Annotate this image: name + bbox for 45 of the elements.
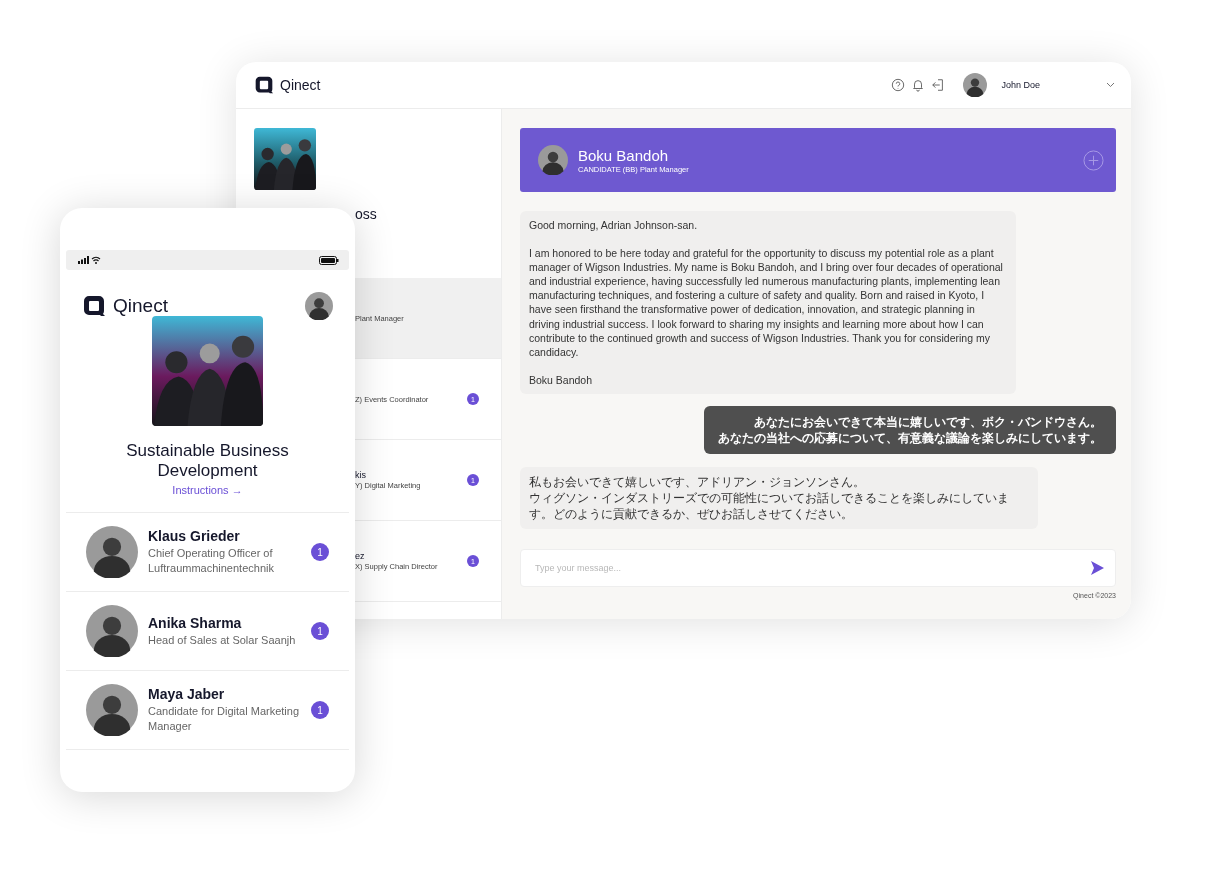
- help-icon[interactable]: [891, 78, 906, 92]
- contact-avatar: [86, 526, 138, 578]
- message-text: I am honored to be here today and grateful for the opportunity to discuss my potential role as a plant manager of Wigson Industries. My name is Boku Bandoh, and I bring over four decades of operational and industrial experience, having successfully led numerous manufacturing plants, implementing lean manufacturing techniques, and fostering a culture of safety and quality. Born and raised in Kyoto, I have seen firsthand the transformative power of dedication, innovation, and strategic planning in driving industrial success. I look forward to sharing my insights and learning more about how I can contribute to the continued growth and success of Wigson Industries. Thank you for considering my candidacy.: [529, 246, 1004, 359]
- contact-name: Anika Sharma: [148, 614, 243, 631]
- message-input[interactable]: Type your message...: [520, 549, 1116, 587]
- brand-name: Qinect: [113, 295, 168, 317]
- contact-name: kis: [355, 470, 367, 480]
- message-text: あなたの当社への応募について、有意義な議論を楽しみにしています。: [718, 429, 1102, 446]
- course-title: Sustainable Business Development: [125, 441, 290, 481]
- unread-badge: 1: [311, 622, 329, 640]
- logo-icon: [254, 75, 274, 95]
- message-text: Good morning, Adrian Johnson-san.: [529, 218, 699, 233]
- message-text: ウィグソン・インダストリーズでの可能性についてお話しできることを楽しみにしています。どのように貢献できるか、ぜひお話しさせてください。: [529, 489, 1010, 522]
- chevron-down-icon[interactable]: [1106, 82, 1115, 88]
- contact-item[interactable]: Anika Sharma Head of Sales at Solar Saanjh 1: [66, 592, 349, 671]
- logo-icon: [82, 294, 106, 318]
- candidate-name: Boku Bandoh: [578, 146, 670, 164]
- contact-avatar: [86, 684, 138, 736]
- contact-name: Maya Jaber: [148, 686, 226, 702]
- contact-avatar: [86, 605, 138, 657]
- instructions-link[interactable]: Instructions →: [172, 484, 243, 496]
- signal-wifi-icon: [78, 256, 102, 264]
- contact-role: Candidate for Digital Marketing Manager: [148, 704, 301, 734]
- logout-icon[interactable]: [931, 78, 946, 92]
- unread-badge: 1: [311, 543, 329, 561]
- message-text: Boku Bandoh: [529, 372, 594, 387]
- message-text: 私もお会いできて嬉しいです、アドリアン・ジョンソンさん。: [529, 473, 866, 490]
- contact-name: ez: [355, 551, 366, 561]
- battery-icon: [319, 255, 339, 265]
- course-title: oss: [355, 206, 377, 222]
- message-text: あなたにお会いできて本当に嬉しいです、ボク・バンドウさん。: [754, 413, 1102, 430]
- brand-name: Qinect: [280, 77, 321, 93]
- contact-item[interactable]: Klaus Grieder Chief Operating Officer of Luftraummachinentechnik 1: [66, 513, 349, 592]
- bell-icon[interactable]: [911, 78, 926, 92]
- contact-name: Klaus Grieder: [148, 528, 241, 544]
- user-avatar: [963, 73, 988, 97]
- message-field[interactable]: Type your message...: [533, 562, 1089, 574]
- unread-badge: 1: [311, 701, 329, 719]
- contact-role: Chief Operating Officer of Luftraummachinentechnik: [148, 546, 275, 576]
- send-icon[interactable]: [1089, 560, 1105, 576]
- contact-role: Head of Sales at Solar Saanjh: [148, 632, 297, 648]
- user-avatar: [305, 292, 333, 320]
- candidate-avatar: [538, 145, 568, 175]
- contact-item[interactable]: Maya Jaber Candidate for Digital Marketing Manager 1: [66, 671, 349, 750]
- user-name[interactable]: John Doe: [1001, 80, 1040, 90]
